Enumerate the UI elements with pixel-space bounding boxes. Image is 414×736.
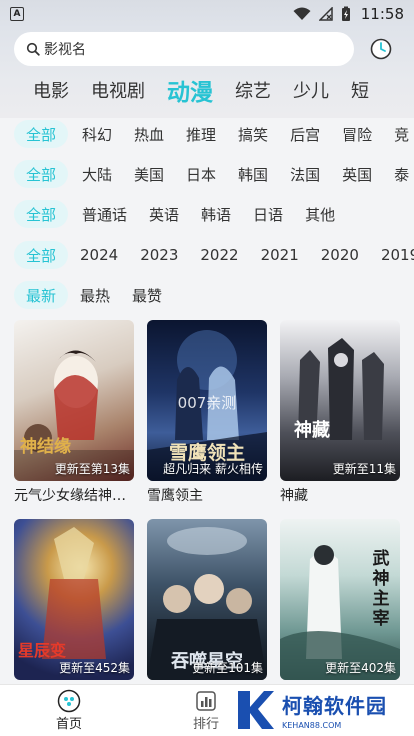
signal-off-icon (318, 7, 333, 21)
nav-home-label: 首页 (55, 717, 82, 732)
year-option[interactable]: 2023 (140, 246, 178, 264)
episode-caption: 更新至452集 (59, 661, 130, 675)
year-filter-row: 全部 2024 2023 2022 2021 2020 2019 (0, 240, 414, 270)
clock-icon (370, 38, 392, 60)
poster-logo-text: 星辰变 (18, 641, 67, 660)
year-option[interactable]: 2020 (321, 246, 359, 264)
genre-filter-row: 全部 科幻 热血 推理 搞笑 后宫 冒险 竞 (0, 119, 414, 149)
tab-kids[interactable]: 少儿 (293, 77, 329, 103)
search-icon (26, 42, 40, 56)
poster-logo-text: 武神主宰 (372, 549, 390, 629)
region-option[interactable]: 日本 (186, 164, 216, 185)
video-card[interactable]: 007亲测 雪鹰领主 超凡归来 薪火相传 雪鹰领主 (147, 320, 267, 505)
app-notification-icon: A (10, 7, 24, 21)
tab-anime[interactable]: 动漫 (167, 73, 213, 107)
region-all-chip[interactable]: 全部 (14, 160, 68, 188)
language-option[interactable]: 普通话 (82, 204, 127, 225)
genre-option[interactable]: 搞笑 (238, 124, 268, 145)
history-button[interactable] (368, 36, 394, 62)
battery-charging-icon (341, 6, 350, 21)
sort-option-liked[interactable]: 最赞 (132, 285, 162, 306)
year-option[interactable]: 2022 (200, 246, 238, 264)
tab-movie[interactable]: 电影 (33, 77, 69, 103)
episode-caption: 更新至第13集 (54, 462, 130, 476)
episode-caption: 更新至402集 (325, 661, 396, 675)
episode-caption: 更新至11集 (332, 462, 396, 476)
poster-logo-text: 神藏 (294, 420, 330, 441)
region-option[interactable]: 英国 (342, 164, 372, 185)
poster-image[interactable]: 神结缘 更新至第13集 (14, 320, 134, 481)
region-filter-row: 全部 大陆 美国 日本 韩国 法国 英国 泰 (0, 159, 414, 189)
sort-latest-chip[interactable]: 最新 (14, 281, 68, 309)
language-option[interactable]: 韩语 (201, 204, 231, 225)
language-option[interactable]: 英语 (149, 204, 179, 225)
tab-tv-series[interactable]: 电视剧 (91, 77, 145, 103)
genre-option[interactable]: 竞 (394, 124, 409, 145)
region-option[interactable]: 韩国 (238, 164, 268, 185)
video-card[interactable]: 神结缘 更新至第13集 元气少女缘结神第三季 (14, 320, 138, 505)
video-card[interactable]: 神藏 更新至11集 神藏 (280, 320, 400, 505)
site-watermark: 柯翰软件园 KEHAN88.COM (234, 686, 410, 734)
poster-image[interactable]: 神藏 更新至11集 (280, 320, 400, 481)
video-card[interactable]: 吞噬星空 更新至101集 (147, 519, 267, 680)
region-option[interactable]: 法国 (290, 164, 320, 185)
year-option[interactable]: 2024 (80, 246, 118, 264)
watermark-title: 柯翰软件园 (282, 694, 387, 718)
status-time: 11:58 (360, 5, 404, 23)
search-input[interactable]: 影视名 (14, 32, 354, 66)
genre-option[interactable]: 科幻 (82, 124, 112, 145)
genre-option[interactable]: 后宫 (290, 124, 320, 145)
tab-short[interactable]: 短 (351, 77, 369, 103)
video-title[interactable]: 雪鹰领主 (147, 485, 271, 505)
genre-option[interactable]: 推理 (186, 124, 216, 145)
language-filter-row: 全部 普通话 英语 韩语 日语 其他 (0, 199, 414, 229)
episode-caption: 超凡归来 薪火相传 (163, 462, 263, 476)
nav-rank-label: 排行 (192, 717, 219, 732)
poster-image[interactable]: 007亲测 雪鹰领主 超凡归来 薪火相传 (147, 320, 267, 481)
video-card[interactable]: 武神主宰 更新至402集 (280, 519, 400, 680)
poster-art (298, 338, 384, 440)
watermark-sub: KEHAN88.COM (282, 721, 342, 730)
nav-rank[interactable]: 排行 (176, 689, 236, 732)
year-all-chip[interactable]: 全部 (14, 241, 68, 269)
rank-chart-icon (196, 691, 216, 711)
category-tabs: 电影 电视剧 动漫 综艺 少儿 短 (0, 70, 414, 110)
episode-caption: 更新至101集 (192, 661, 263, 675)
poster-logo-text: 神结缘 (20, 437, 71, 457)
year-option[interactable]: 2021 (261, 246, 299, 264)
poster-image[interactable]: 星辰变 更新至452集 (14, 519, 134, 680)
genre-option[interactable]: 冒险 (342, 124, 372, 145)
poster-image[interactable]: 武神主宰 更新至402集 (280, 519, 400, 680)
sort-filter-row: 最新 最热 最赞 (0, 280, 414, 310)
language-option[interactable]: 日语 (253, 204, 283, 225)
wifi-icon (293, 7, 311, 20)
nav-home[interactable]: 首页 (39, 689, 99, 732)
region-option[interactable]: 大陆 (82, 164, 112, 185)
year-option[interactable]: 2019 (381, 246, 414, 264)
watermark-logo (238, 691, 274, 729)
sort-option-hot[interactable]: 最热 (80, 285, 110, 306)
poster-watermark-text: 007亲测 (177, 394, 237, 412)
video-title[interactable]: 元气少女缘结神第三季 (14, 485, 138, 505)
tab-variety[interactable]: 综艺 (235, 77, 271, 103)
genre-all-chip[interactable]: 全部 (14, 120, 68, 148)
search-placeholder: 影视名 (44, 42, 86, 58)
home-icon (57, 689, 81, 713)
video-title[interactable]: 神藏 (280, 485, 404, 505)
language-all-chip[interactable]: 全部 (14, 200, 68, 228)
language-option[interactable]: 其他 (305, 204, 335, 225)
region-option[interactable]: 美国 (134, 164, 164, 185)
poster-image[interactable]: 吞噬星空 更新至101集 (147, 519, 267, 680)
region-option[interactable]: 泰 (394, 164, 409, 185)
genre-option[interactable]: 热血 (134, 124, 164, 145)
video-card[interactable]: 星辰变 更新至452集 (14, 519, 134, 680)
status-bar: A 11:58 (0, 0, 414, 28)
